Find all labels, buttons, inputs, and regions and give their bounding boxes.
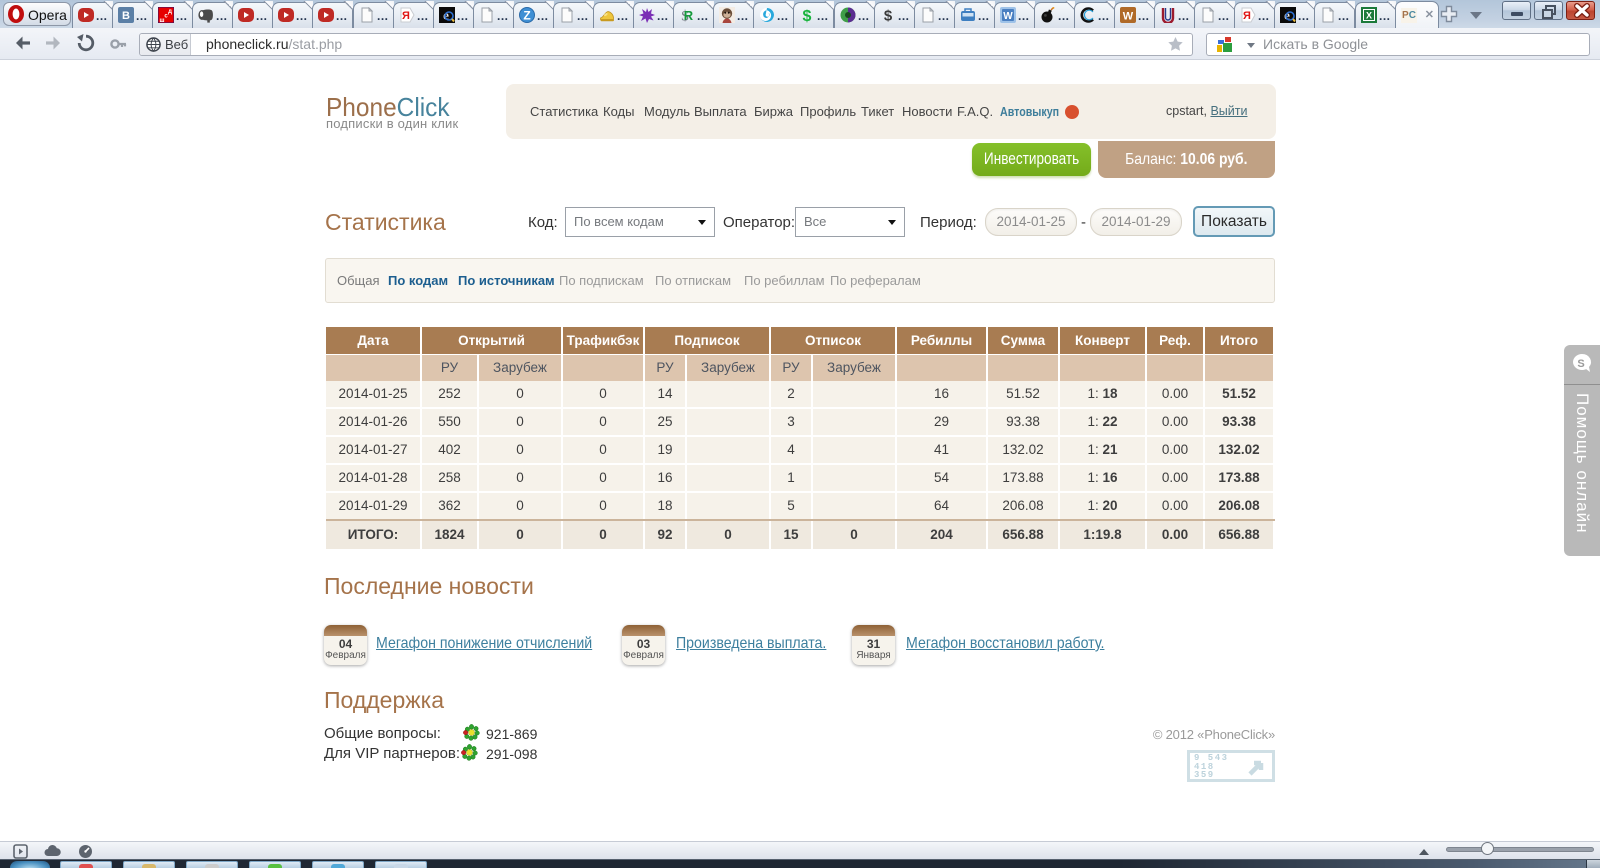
svg-text:R: R: [684, 8, 694, 23]
svg-text:X: X: [1366, 11, 1372, 21]
svg-text:Я: Я: [1243, 10, 1251, 22]
svg-text:$: $: [803, 8, 812, 23]
svg-text:S: S: [1577, 358, 1584, 370]
svg-text:д: д: [168, 9, 172, 15]
svg-text:Я: Я: [402, 10, 410, 22]
svg-text:$: $: [884, 8, 893, 24]
svg-text:W: W: [1123, 11, 1134, 23]
svg-text:W: W: [1003, 11, 1013, 22]
svg-text:ш: ш: [159, 18, 164, 23]
svg-text:B: B: [122, 10, 130, 22]
svg-text:Z: Z: [523, 9, 530, 23]
